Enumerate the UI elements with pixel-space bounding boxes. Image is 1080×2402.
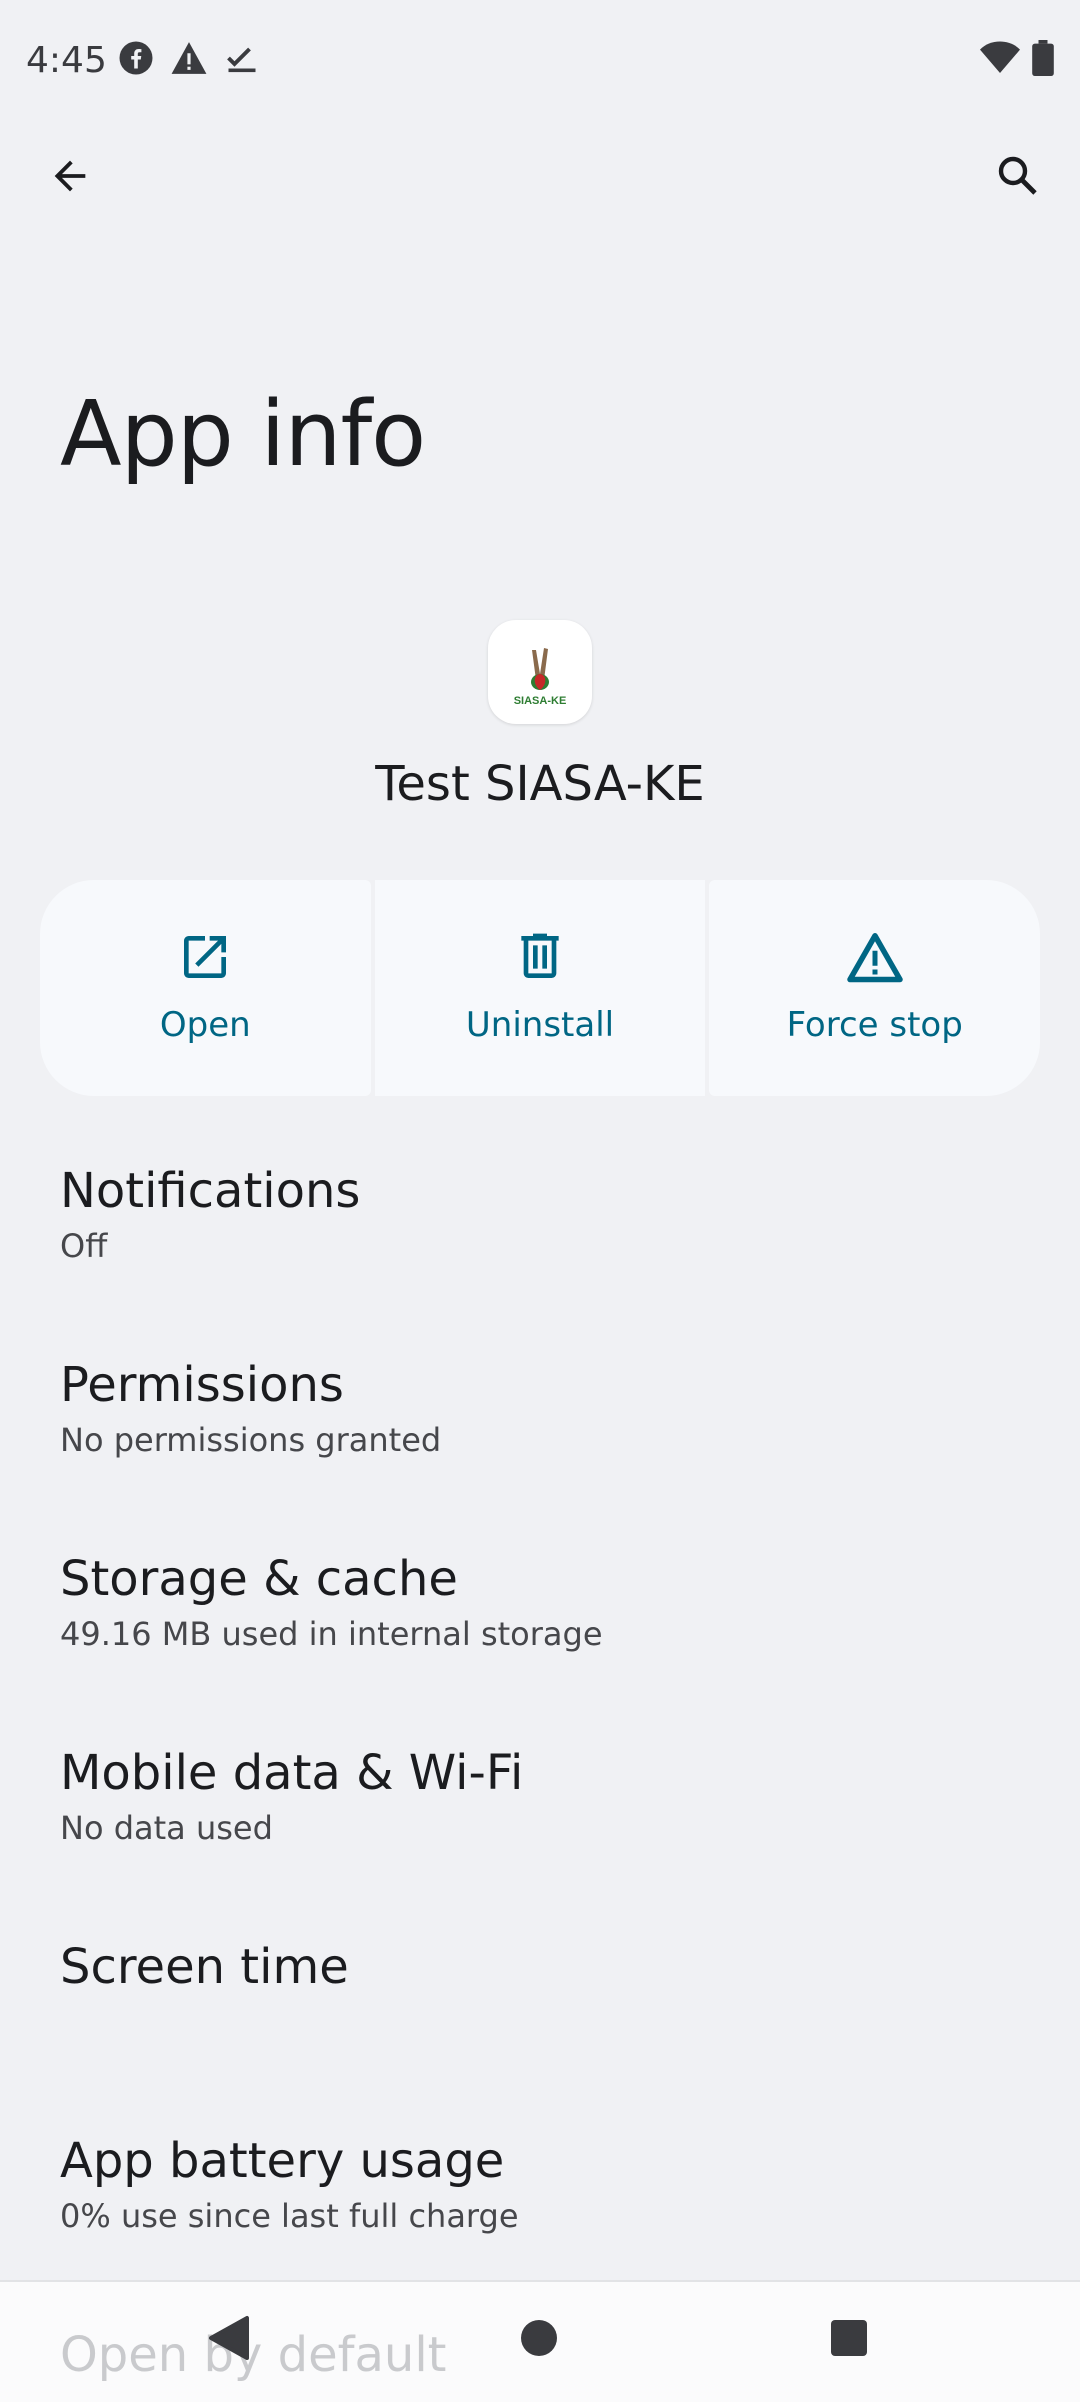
- notifications-subtitle: Off: [60, 1227, 108, 1265]
- status-notification-icons: [118, 40, 260, 76]
- app-actions: Open Uninstall Force stop: [40, 880, 1041, 1096]
- nav-recents-button[interactable]: [804, 2300, 894, 2380]
- screen-time-item[interactable]: Screen time: [60, 1936, 1020, 1998]
- wifi-icon: [980, 41, 1020, 75]
- app-logo: SIASA-KE: [514, 648, 567, 707]
- warning-triangle-icon: [845, 929, 905, 985]
- uninstall-button[interactable]: Uninstall: [374, 880, 706, 1096]
- warning-icon: [170, 40, 208, 76]
- battery-usage-title: App battery usage: [60, 2133, 505, 2189]
- open-button[interactable]: Open: [40, 880, 371, 1096]
- nav-back-button[interactable]: [184, 2300, 274, 2380]
- uninstall-button-label: Uninstall: [465, 1005, 615, 1045]
- top-app-bar: [0, 120, 1080, 230]
- app-name: Test SIASA-KE: [375, 756, 705, 812]
- app-icon-label: SIASA-KE: [514, 695, 567, 707]
- status-system-icons: [980, 40, 1054, 76]
- back-button[interactable]: [30, 138, 110, 218]
- storage-item[interactable]: Storage & cache 49.16 MB used in interna…: [60, 1548, 1020, 1656]
- mobile-data-subtitle: No data used: [60, 1809, 273, 1847]
- trash-icon: [512, 929, 568, 985]
- storage-subtitle: 49.16 MB used in internal storage: [60, 1615, 603, 1653]
- battery-usage-item[interactable]: App battery usage 0% use since last full…: [60, 2130, 1020, 2238]
- search-icon: [994, 152, 1042, 204]
- open-external-icon: [177, 929, 233, 985]
- mobile-data-title: Mobile data & Wi-Fi: [60, 1745, 524, 1801]
- app-icon: SIASA-KE: [488, 620, 592, 724]
- permissions-item[interactable]: Permissions No permissions granted: [60, 1354, 1020, 1462]
- nav-home-button[interactable]: [494, 2300, 584, 2380]
- nav-back-icon: [207, 2314, 251, 2366]
- battery-usage-subtitle: 0% use since last full charge: [60, 2197, 519, 2235]
- mobile-data-item[interactable]: Mobile data & Wi-Fi No data used: [60, 1742, 1020, 1850]
- arrow-left-icon: [47, 153, 93, 203]
- notifications-title: Notifications: [60, 1163, 361, 1219]
- checkmark-icon: [224, 40, 260, 76]
- open-button-label: Open: [159, 1005, 251, 1045]
- permissions-title: Permissions: [60, 1357, 344, 1413]
- force-stop-button[interactable]: Force stop: [709, 880, 1041, 1096]
- permissions-subtitle: No permissions granted: [60, 1421, 442, 1459]
- force-stop-button-label: Force stop: [786, 1005, 963, 1045]
- notifications-item[interactable]: Notifications Off: [60, 1160, 1020, 1268]
- page-title: App info: [60, 382, 426, 487]
- status-bar: 4:45: [0, 0, 1080, 120]
- status-time: 4:45: [26, 40, 107, 81]
- nav-home-icon: [519, 2318, 559, 2362]
- storage-title: Storage & cache: [60, 1551, 458, 1607]
- nav-recents-icon: [829, 2318, 869, 2362]
- facebook-icon: [118, 40, 154, 76]
- battery-icon: [1032, 40, 1054, 76]
- search-button[interactable]: [978, 138, 1058, 218]
- screen-time-title: Screen time: [60, 1939, 349, 1995]
